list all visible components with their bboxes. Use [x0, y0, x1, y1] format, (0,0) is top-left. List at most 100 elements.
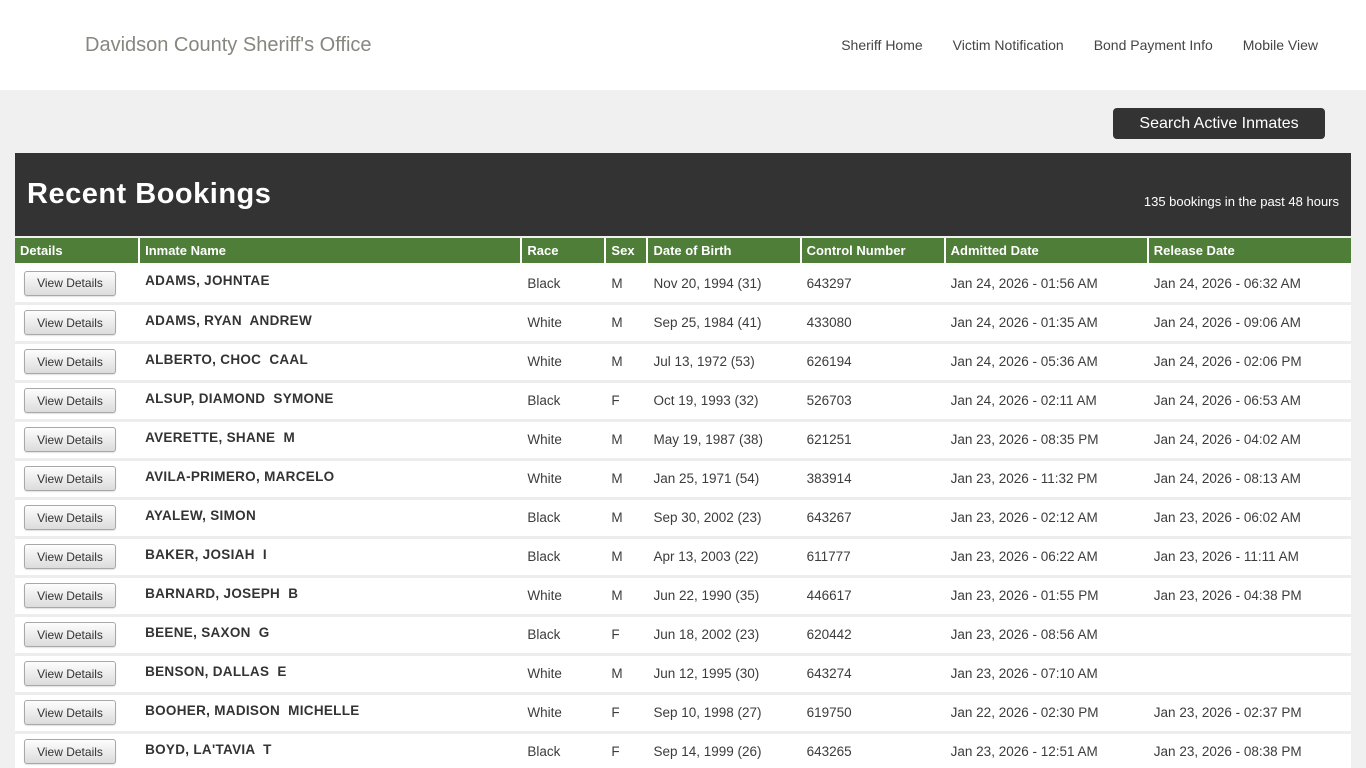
control-number-cell: 621251	[800, 420, 945, 461]
release-date-cell: Jan 24, 2026 - 02:06 PM	[1147, 342, 1351, 383]
view-details-button[interactable]: View Details	[24, 310, 116, 335]
table-row: View Details AVILA-PRIMERO, MARCELO White M…	[15, 459, 1351, 500]
release-date-cell	[1147, 654, 1351, 695]
date-of-birth-cell: Sep 10, 1998 (27)	[647, 693, 801, 734]
inmate-name-cell: BEENE, SAXON G	[139, 615, 522, 656]
race-cell: Black	[521, 732, 606, 768]
date-of-birth-cell: Sep 14, 1999 (26)	[647, 732, 801, 768]
view-details-button[interactable]: View Details	[24, 739, 116, 764]
sex-cell: F	[605, 693, 648, 734]
inmate-name-cell: BAKER, JOSIAH I	[139, 537, 522, 578]
view-details-button[interactable]: View Details	[24, 544, 116, 569]
control-number-cell: 433080	[800, 303, 945, 344]
inmate-name-cell: BOYD, LA'TAVIA T	[139, 732, 522, 768]
details-cell: View Details	[15, 693, 140, 734]
inmate-name-cell: BENSON, DALLAS E	[139, 654, 522, 695]
table-row: View Details BEENE, SAXON G Black F Jun 18, …	[15, 615, 1351, 656]
col-header-race: Race	[521, 238, 607, 265]
inmate-name-cell: BOOHER, MADISON MICHELLE	[139, 693, 522, 734]
search-active-inmates-button[interactable]: Search Active Inmates	[1113, 108, 1325, 139]
release-date-cell: Jan 24, 2026 - 06:32 AM	[1147, 264, 1351, 305]
nav-victim-notification[interactable]: Victim Notification	[953, 37, 1064, 53]
view-details-button[interactable]: View Details	[24, 661, 116, 686]
view-details-button[interactable]: View Details	[24, 427, 116, 452]
details-cell: View Details	[15, 732, 140, 768]
details-cell: View Details	[15, 459, 140, 500]
release-date-cell: Jan 23, 2026 - 11:11 AM	[1147, 537, 1351, 578]
sex-cell: F	[605, 381, 648, 422]
race-cell: White	[521, 576, 606, 617]
admitted-date-cell: Jan 23, 2026 - 12:51 AM	[944, 732, 1148, 768]
race-cell: White	[521, 342, 606, 383]
admitted-date-cell: Jan 23, 2026 - 02:12 AM	[944, 498, 1148, 539]
view-details-button[interactable]: View Details	[24, 270, 116, 296]
sex-cell: M	[605, 420, 648, 461]
bookings-count-label: 135 bookings in the past 48 hours	[1143, 194, 1339, 209]
col-header-sex: Sex	[605, 238, 649, 265]
col-header-control-number: Control Number	[800, 238, 946, 265]
view-details-button[interactable]: View Details	[24, 466, 116, 491]
release-date-cell: Jan 23, 2026 - 06:02 AM	[1147, 498, 1351, 539]
col-header-details: Details	[15, 238, 141, 265]
recent-bookings-panel: Recent Bookings 135 bookings in the past…	[15, 153, 1351, 768]
view-details-button[interactable]: View Details	[24, 622, 116, 647]
date-of-birth-cell: Jun 18, 2002 (23)	[647, 615, 801, 656]
admitted-date-cell: Jan 24, 2026 - 01:35 AM	[944, 303, 1148, 344]
bookings-table-header: Details Inmate Name Race Sex Date of Bir…	[15, 238, 1351, 265]
date-of-birth-cell: Jan 25, 1971 (54)	[647, 459, 801, 500]
admitted-date-cell: Jan 23, 2026 - 11:32 PM	[944, 459, 1148, 500]
release-date-cell: Jan 23, 2026 - 08:38 PM	[1147, 732, 1351, 768]
control-number-cell: 383914	[800, 459, 945, 500]
inmate-name-cell: ALBERTO, CHOC CAAL	[139, 342, 522, 383]
details-cell: View Details	[15, 264, 140, 305]
table-row: View Details ADAMS, JOHNTAE Black M Nov 20, …	[15, 264, 1351, 305]
sex-cell: M	[605, 537, 648, 578]
date-of-birth-cell: Jun 22, 1990 (35)	[647, 576, 801, 617]
release-date-cell: Jan 23, 2026 - 02:37 PM	[1147, 693, 1351, 734]
control-number-cell: 643297	[800, 264, 945, 305]
recent-bookings-banner: Recent Bookings 135 bookings in the past…	[15, 153, 1351, 236]
admitted-date-cell: Jan 24, 2026 - 05:36 AM	[944, 342, 1148, 383]
main-nav: Sheriff Home Victim Notification Bond Pa…	[841, 37, 1318, 53]
race-cell: White	[521, 420, 606, 461]
view-details-button[interactable]: View Details	[24, 700, 116, 725]
site-header: Davidson County Sheriff's Office Sheriff…	[0, 0, 1366, 90]
view-details-button[interactable]: View Details	[24, 349, 116, 374]
col-header-inmate-name: Inmate Name	[139, 238, 523, 265]
sex-cell: M	[605, 498, 648, 539]
table-row: View Details AYALEW, SIMON Black M Sep 30, 2…	[15, 498, 1351, 539]
details-cell: View Details	[15, 303, 140, 344]
content-area: Search Active Inmates Recent Bookings 13…	[0, 90, 1366, 768]
details-cell: View Details	[15, 576, 140, 617]
control-number-cell: 643265	[800, 732, 945, 768]
table-row: View Details BAKER, JOSIAH I Black M Apr 13,…	[15, 537, 1351, 578]
details-cell: View Details	[15, 537, 140, 578]
page-title: Recent Bookings	[27, 178, 272, 210]
race-cell: Black	[521, 537, 606, 578]
bookings-table: Details Inmate Name Race Sex Date of Bir…	[15, 238, 1351, 768]
nav-mobile-view[interactable]: Mobile View	[1243, 37, 1318, 53]
nav-bond-payment-info[interactable]: Bond Payment Info	[1094, 37, 1213, 53]
details-cell: View Details	[15, 498, 140, 539]
view-details-button[interactable]: View Details	[24, 388, 116, 413]
race-cell: Black	[521, 498, 606, 539]
race-cell: White	[521, 303, 606, 344]
view-details-button[interactable]: View Details	[24, 583, 116, 608]
details-cell: View Details	[15, 654, 140, 695]
nav-sheriff-home[interactable]: Sheriff Home	[841, 37, 922, 53]
sex-cell: M	[605, 654, 648, 695]
race-cell: White	[521, 654, 606, 695]
release-date-cell	[1147, 615, 1351, 656]
col-header-admitted-date: Admitted Date	[944, 238, 1149, 265]
control-number-cell: 446617	[800, 576, 945, 617]
sex-cell: F	[605, 732, 648, 768]
inmate-name-cell: ADAMS, JOHNTAE	[139, 264, 522, 305]
date-of-birth-cell: Sep 25, 1984 (41)	[647, 303, 801, 344]
admitted-date-cell: Jan 23, 2026 - 06:22 AM	[944, 537, 1148, 578]
details-cell: View Details	[15, 615, 140, 656]
race-cell: Black	[521, 615, 606, 656]
inmate-name-cell: AVERETTE, SHANE M	[139, 420, 522, 461]
view-details-button[interactable]: View Details	[24, 505, 116, 530]
release-date-cell: Jan 23, 2026 - 04:38 PM	[1147, 576, 1351, 617]
date-of-birth-cell: Sep 30, 2002 (23)	[647, 498, 801, 539]
